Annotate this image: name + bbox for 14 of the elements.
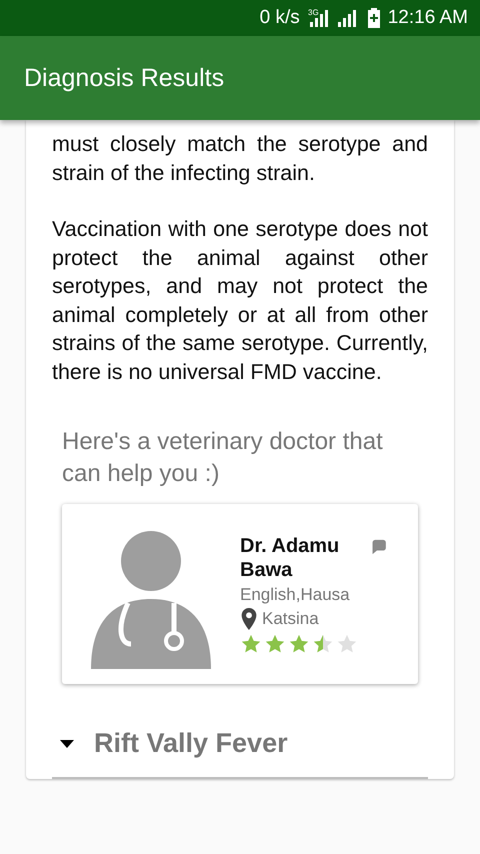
description-paragraph: must closely match the serotype and strain of the infecting strain.	[52, 131, 428, 186]
battery-icon	[368, 8, 380, 28]
doctor-heading: Here's a veterinary doctor that can help you :)	[62, 427, 384, 489]
network-speed: 0 k/s	[260, 7, 300, 29]
doctor-location: Katsina	[262, 608, 319, 628]
location-pin-icon	[240, 608, 258, 630]
doctor-name: Dr. Adamu Bawa	[240, 534, 340, 582]
doctor-card[interactable]: Dr. Adamu Bawa English,Hausa Katsina	[62, 504, 418, 684]
app-title: Diagnosis Results	[24, 64, 224, 92]
doctor-languages: English,Hausa	[240, 584, 351, 604]
caret-icon	[60, 740, 74, 748]
description-paragraph: Vaccination with one serotype does not protect the animal against other serotypes, and may not protect the animal completely or at all from other strains of the same serotype. Currently, there is no universal FMD vaccine.	[52, 216, 428, 386]
clock: 12:16 AM	[388, 7, 468, 29]
disease-row[interactable]: Rift Vally Fever	[52, 728, 428, 779]
